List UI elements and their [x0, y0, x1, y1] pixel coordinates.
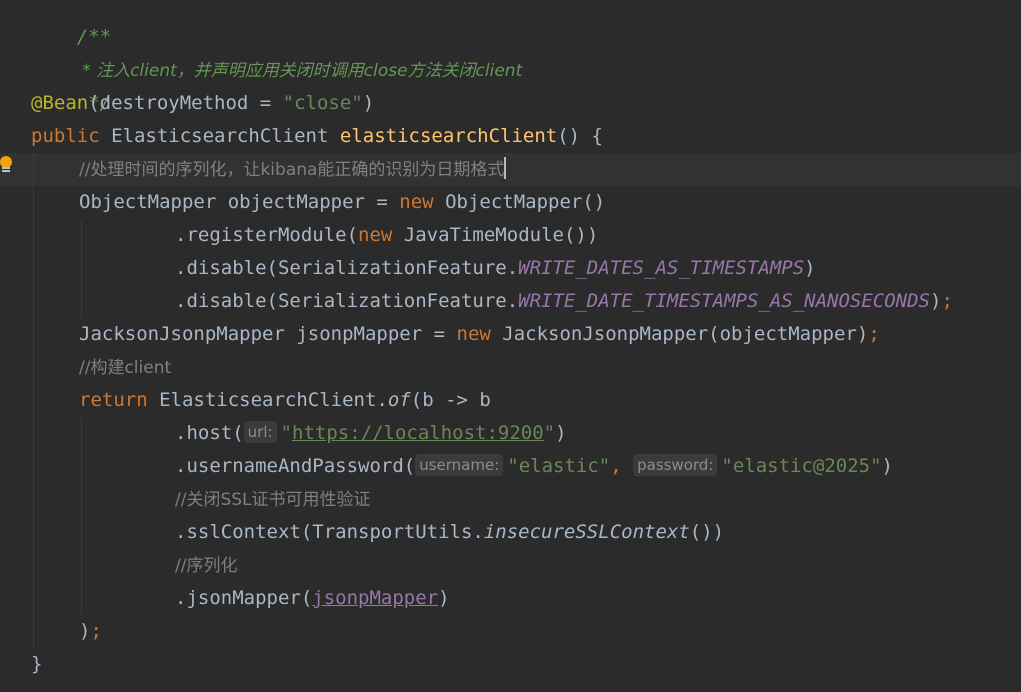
line-comment: //关闭SSL证书可用性验证	[175, 490, 371, 510]
code-text: )	[79, 620, 91, 642]
code-text: (destroyMethod =	[88, 92, 283, 114]
constant: WRITE_DATES_AS_TIMESTAMPS	[518, 257, 805, 279]
keyword: public	[31, 125, 100, 147]
indent-guide	[33, 153, 34, 648]
code-line[interactable]: */	[31, 54, 111, 114]
comma: ,	[610, 455, 634, 477]
keyword: return	[79, 389, 148, 411]
type-name: ElasticsearchClient	[111, 125, 329, 147]
line-comment: //处理时间的序列化，让kibana能正确的识别为日期格式	[79, 160, 505, 180]
semicolon: ;	[90, 620, 102, 642]
keyword: new	[456, 323, 491, 345]
code-text: JacksonJsonpMapper jsonpMapper =	[79, 323, 457, 345]
code-line[interactable]: //构建client	[79, 351, 171, 384]
parameter-hint: url:	[243, 421, 277, 443]
code-text: )	[929, 290, 942, 312]
code-line[interactable]: @Bean(destroyMethod = "close")	[31, 87, 374, 120]
code-line[interactable]: .host(url: "https://localhost:9200")	[175, 417, 567, 450]
code-text: )	[881, 455, 893, 477]
string-quote: "	[543, 422, 556, 444]
code-text: .jsonMapper(	[175, 587, 313, 609]
code-text: .disable(SerializationFeature.	[175, 290, 519, 312]
code-text: .usernameAndPassword(	[175, 455, 416, 477]
code-text: JavaTimeModule())	[392, 224, 599, 246]
code-line[interactable]: }	[31, 648, 42, 681]
code-line[interactable]: //关闭SSL证书可用性验证	[175, 483, 371, 516]
code-text: ObjectMapper()	[433, 191, 606, 213]
static-method: of	[387, 389, 411, 411]
annotation: @Bean	[31, 92, 89, 114]
code-text: ())	[689, 521, 725, 543]
parameter-hint: password:	[633, 454, 718, 476]
parameter-hint: username:	[415, 454, 504, 476]
constant: WRITE_DATE_TIMESTAMPS_AS_NANOSECONDS	[518, 290, 930, 312]
keyword: new	[358, 224, 393, 246]
code-line[interactable]: * 注入client，并声明应用关闭时调用close方法关闭client	[31, 21, 522, 81]
indent-guide	[81, 219, 82, 318]
lightbulb-icon[interactable]	[0, 156, 13, 174]
semicolon: ;	[868, 323, 880, 345]
doc-comment: * 注入client，并声明应用关闭时调用close方法关闭client	[76, 61, 523, 81]
code-text: JacksonJsonpMapper(objectMapper)	[490, 323, 869, 345]
code-line[interactable]: return ElasticsearchClient.of(b -> b	[79, 384, 491, 417]
code-text: )	[555, 422, 567, 444]
variable-reference[interactable]: jsonpMapper	[312, 587, 438, 609]
text-caret	[504, 157, 507, 179]
line-comment: //构建client	[79, 358, 172, 378]
code-text: }	[31, 653, 43, 675]
string-quote: "	[280, 422, 292, 444]
code-text: .host(	[175, 422, 244, 444]
code-text: ElasticsearchClient.	[147, 389, 388, 411]
code-line[interactable]: JacksonJsonpMapper jsonpMapper = new Jac…	[79, 318, 880, 351]
code-line[interactable]: /**	[31, 0, 111, 48]
code-line[interactable]: ObjectMapper objectMapper = new ObjectMa…	[79, 186, 605, 219]
semicolon: ;	[941, 290, 953, 312]
line-comment: //序列化	[175, 556, 238, 576]
keyword: new	[399, 191, 434, 213]
string-literal: "elastic"	[507, 455, 611, 477]
static-method: insecureSSLContext	[483, 521, 690, 543]
code-line-current[interactable]: //处理时间的序列化，让kibana能正确的识别为日期格式	[79, 153, 507, 186]
string-literal: "elastic@2025"	[721, 455, 882, 477]
code-line[interactable]: .usernameAndPassword(username: "elastic",…	[175, 450, 893, 483]
code-text: )	[438, 587, 450, 609]
code-line[interactable]: .disable(SerializationFeature.WRITE_DATE…	[175, 285, 953, 318]
code-line[interactable]: .disable(SerializationFeature.WRITE_DATE…	[175, 252, 816, 285]
code-text: .sslContext(TransportUtils.	[175, 521, 484, 543]
code-text: .registerModule(	[175, 224, 359, 246]
code-line[interactable]: public ElasticsearchClient elasticsearch…	[31, 120, 603, 153]
method-name: elasticsearchClient	[339, 125, 558, 147]
code-text: ObjectMapper objectMapper =	[79, 191, 400, 213]
code-text: )	[362, 92, 375, 114]
string-literal: "close"	[282, 92, 363, 114]
code-text: () {	[557, 125, 603, 147]
code-line[interactable]: .sslContext(TransportUtils.insecureSSLCo…	[175, 516, 724, 549]
code-line[interactable]: .registerModule(new JavaTimeModule())	[175, 219, 598, 252]
code-line[interactable]: //序列化	[175, 549, 237, 582]
code-line[interactable]: .jsonMapper(jsonpMapper)	[175, 582, 450, 615]
url-link[interactable]: https://localhost:9200	[292, 422, 544, 444]
code-text: (b -> b	[410, 389, 491, 411]
code-text: )	[804, 257, 816, 279]
code-editor[interactable]: /** * 注入client，并声明应用关闭时调用close方法关闭client…	[0, 0, 1021, 692]
code-text: .disable(SerializationFeature.	[175, 257, 519, 279]
indent-guide	[81, 417, 82, 615]
code-line[interactable]: );	[79, 615, 102, 648]
